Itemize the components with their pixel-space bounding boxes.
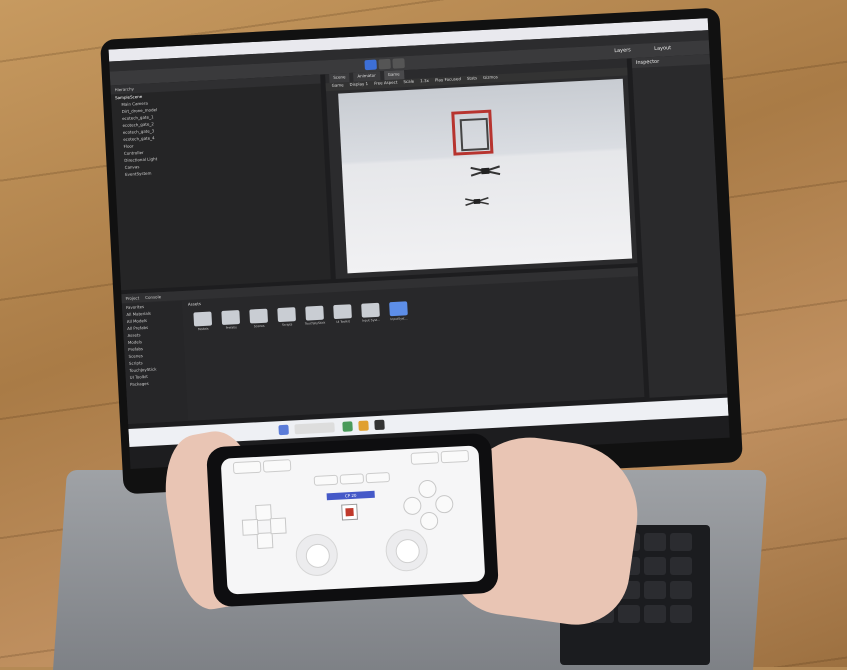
play-controls <box>364 58 405 71</box>
play-mode-dropdown[interactable]: Play Focused <box>435 76 461 85</box>
project-panel: Project Console Favorites All Materials … <box>121 267 645 425</box>
start-icon[interactable] <box>278 424 289 436</box>
folder-icon <box>193 311 213 327</box>
asset-item[interactable]: Scenes <box>248 308 269 329</box>
asset-item[interactable]: UI Toolkit <box>332 304 353 324</box>
play-button[interactable] <box>364 59 377 71</box>
drone-model <box>465 195 490 207</box>
scale-value[interactable]: 1.3x <box>420 78 429 86</box>
asset-item[interactable]: Input Syst... <box>360 302 381 323</box>
home-button[interactable] <box>339 473 365 485</box>
asset-item[interactable]: Scripts <box>276 307 297 327</box>
inspector-panel: Inspector <box>631 54 728 398</box>
connection-status-bar: CP 20 <box>326 490 375 501</box>
r1-button[interactable] <box>440 449 470 464</box>
input-file-icon <box>361 302 380 318</box>
r2-button[interactable] <box>410 451 440 465</box>
pause-button[interactable] <box>378 58 391 70</box>
hierarchy-panel: Hierarchy SampleScene Main Camera Dirt_d… <box>110 74 331 291</box>
drone-model <box>470 163 501 179</box>
step-button[interactable] <box>392 58 405 69</box>
folder-icon <box>305 305 324 321</box>
scale-label: Scale <box>403 78 415 85</box>
l2-button[interactable] <box>262 459 292 473</box>
face-button-bottom[interactable] <box>419 511 439 531</box>
asset-item[interactable]: Models <box>192 311 213 331</box>
search-box[interactable] <box>294 422 335 435</box>
aspect-dropdown[interactable]: Free Aspect <box>374 79 398 88</box>
left-joystick[interactable] <box>294 532 339 577</box>
face-button-right[interactable] <box>434 494 454 514</box>
game-viewport[interactable] <box>338 78 633 274</box>
face-button-left[interactable] <box>402 496 422 516</box>
dpad-down[interactable] <box>256 532 274 550</box>
project-tree: Favorites All Materials All Models All P… <box>121 301 189 425</box>
tab-project[interactable]: Project <box>125 295 139 301</box>
unity-editor: Layers Layout Hierarchy SampleScene Main… <box>108 18 730 469</box>
select-button[interactable] <box>313 474 339 486</box>
connection-icon <box>341 503 358 521</box>
l1-button[interactable] <box>232 460 262 475</box>
smartphone: CP 20 <box>206 432 499 608</box>
laptop-screen: Layers Layout Hierarchy SampleScene Main… <box>100 7 743 495</box>
stats-button[interactable]: Stats <box>467 75 478 84</box>
folder-icon <box>277 307 296 323</box>
race-gate <box>451 109 494 156</box>
unity-icon[interactable] <box>374 419 385 431</box>
dpad[interactable] <box>241 504 287 550</box>
game-label[interactable]: Game <box>332 82 344 91</box>
right-joystick[interactable] <box>384 528 429 573</box>
assets-title: Assets <box>187 301 202 307</box>
asset-item[interactable]: TouchJoyStick <box>304 305 325 326</box>
asset-grid: Models Prefabs Scenes Scripts TouchJoySt… <box>192 301 409 331</box>
tab-console[interactable]: Console <box>145 294 161 300</box>
folder-icon[interactable] <box>358 420 369 431</box>
gizmos-button[interactable]: Gizmos <box>483 74 498 83</box>
display-dropdown[interactable]: Display 1 <box>349 81 368 90</box>
dpad-left[interactable] <box>241 518 259 536</box>
face-button-top[interactable] <box>418 479 437 499</box>
game-view-panel: Scene Animator Game Game Display 1 Free … <box>325 58 638 279</box>
folder-icon <box>333 304 352 320</box>
start-button[interactable] <box>365 471 391 484</box>
folder-icon <box>249 308 269 324</box>
gamepad-app-screen: CP 20 <box>220 445 486 595</box>
layout-dropdown[interactable]: Layout <box>654 45 671 52</box>
folder-icon <box>221 310 241 326</box>
asset-item[interactable]: Prefabs <box>220 310 241 330</box>
app-icon[interactable] <box>342 421 353 432</box>
asset-item[interactable]: InputSyst... <box>388 301 409 321</box>
layers-dropdown[interactable]: Layers <box>614 47 631 54</box>
input-actions-icon <box>389 301 408 317</box>
dpad-right[interactable] <box>269 517 287 535</box>
